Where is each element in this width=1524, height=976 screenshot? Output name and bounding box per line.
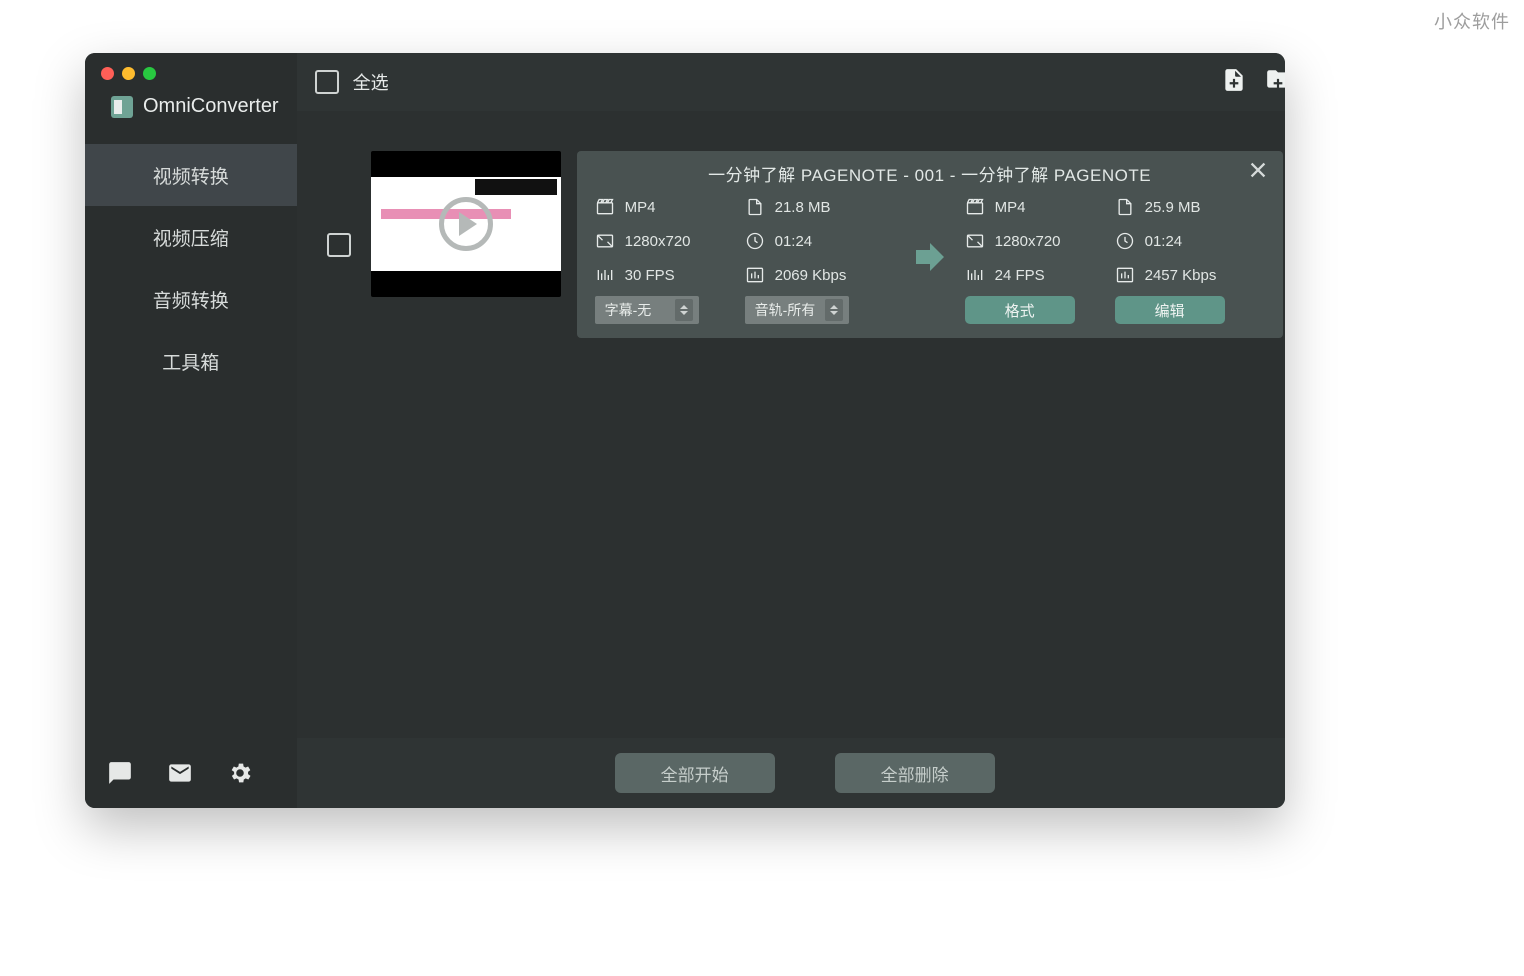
audio-track-select[interactable]: 音轨-所有 bbox=[745, 296, 849, 324]
start-all-label: 全部开始 bbox=[661, 761, 729, 786]
delete-all-button[interactable]: 全部删除 bbox=[835, 753, 995, 793]
select-all-label: 全选 bbox=[353, 69, 389, 95]
watermark-text: 小众软件 bbox=[1434, 8, 1510, 34]
clapper-icon bbox=[965, 197, 985, 217]
bitrate-icon bbox=[1115, 265, 1135, 285]
sidebar-item-audio-convert[interactable]: 音频转换 bbox=[85, 268, 297, 330]
minimize-window-button[interactable] bbox=[122, 67, 135, 80]
edit-button-label: 编辑 bbox=[1155, 300, 1185, 321]
format-button[interactable]: 格式 bbox=[965, 296, 1075, 324]
add-folder-icon[interactable] bbox=[1265, 67, 1285, 98]
target-bitrate: 2457 Kbps bbox=[1145, 267, 1217, 284]
remove-item-button[interactable] bbox=[1247, 159, 1269, 186]
delete-all-label: 全部删除 bbox=[881, 761, 949, 786]
app-logo-icon bbox=[111, 96, 133, 118]
select-all-checkbox[interactable] bbox=[315, 70, 339, 94]
file-icon bbox=[745, 197, 765, 217]
target-resolution: 1280x720 bbox=[995, 233, 1061, 250]
source-resolution: 1280x720 bbox=[625, 233, 691, 250]
footer: 全部开始 全部删除 bbox=[297, 738, 1285, 808]
sidebar-item-label: 音频转换 bbox=[153, 286, 229, 313]
format-button-label: 格式 bbox=[1005, 300, 1035, 321]
fps-icon bbox=[595, 265, 615, 285]
app-window: OmniConverter 视频转换 视频压缩 音频转换 工具箱 全选 bbox=[85, 53, 1285, 808]
sidebar-item-label: 视频转换 bbox=[153, 162, 229, 189]
mail-icon[interactable] bbox=[167, 760, 193, 786]
settings-icon[interactable] bbox=[227, 760, 253, 786]
subtitle-select-label: 字幕-无 bbox=[605, 300, 652, 320]
source-fps: 30 FPS bbox=[625, 267, 675, 284]
list-item: 一分钟了解 PAGENOTE - 001 - 一分钟了解 PAGENOTE MP… bbox=[327, 151, 1283, 338]
source-size: 21.8 MB bbox=[775, 199, 831, 216]
subtitle-select[interactable]: 字幕-无 bbox=[595, 296, 699, 324]
app-title: OmniConverter bbox=[143, 95, 279, 118]
maximize-window-button[interactable] bbox=[143, 67, 156, 80]
sidebar: OmniConverter 视频转换 视频压缩 音频转换 工具箱 bbox=[85, 53, 297, 808]
source-bitrate: 2069 Kbps bbox=[775, 267, 847, 284]
arrow-right-icon bbox=[909, 236, 951, 283]
target-duration: 01:24 bbox=[1145, 233, 1183, 250]
sidebar-item-toolbox[interactable]: 工具箱 bbox=[85, 330, 297, 392]
play-icon bbox=[439, 197, 493, 251]
topbar: 全选 bbox=[297, 53, 1285, 111]
add-file-icon[interactable] bbox=[1221, 67, 1247, 98]
main-area: 全选 bbox=[297, 53, 1285, 808]
brand: OmniConverter bbox=[85, 95, 297, 144]
source-duration: 01:24 bbox=[775, 233, 813, 250]
fps-icon bbox=[965, 265, 985, 285]
feedback-icon[interactable] bbox=[107, 760, 133, 786]
target-format: MP4 bbox=[995, 199, 1026, 216]
clock-icon bbox=[1115, 231, 1135, 251]
close-window-button[interactable] bbox=[101, 67, 114, 80]
sidebar-item-video-compress[interactable]: 视频压缩 bbox=[85, 206, 297, 268]
clapper-icon bbox=[595, 197, 615, 217]
clock-icon bbox=[745, 231, 765, 251]
resolution-icon bbox=[595, 231, 615, 251]
sidebar-item-label: 工具箱 bbox=[162, 348, 219, 375]
target-size: 25.9 MB bbox=[1145, 199, 1201, 216]
item-checkbox[interactable] bbox=[327, 233, 351, 257]
item-details-card: 一分钟了解 PAGENOTE - 001 - 一分钟了解 PAGENOTE MP… bbox=[577, 151, 1283, 338]
item-list: 一分钟了解 PAGENOTE - 001 - 一分钟了解 PAGENOTE MP… bbox=[297, 111, 1285, 738]
bitrate-icon bbox=[745, 265, 765, 285]
target-fps: 24 FPS bbox=[995, 267, 1045, 284]
audio-select-label: 音轨-所有 bbox=[755, 300, 816, 320]
edit-button[interactable]: 编辑 bbox=[1115, 296, 1225, 324]
source-format: MP4 bbox=[625, 199, 656, 216]
sidebar-item-video-convert[interactable]: 视频转换 bbox=[85, 144, 297, 206]
start-all-button[interactable]: 全部开始 bbox=[615, 753, 775, 793]
item-title: 一分钟了解 PAGENOTE - 001 - 一分钟了解 PAGENOTE bbox=[595, 161, 1265, 186]
sidebar-item-label: 视频压缩 bbox=[153, 224, 229, 251]
resolution-icon bbox=[965, 231, 985, 251]
file-icon bbox=[1115, 197, 1135, 217]
window-traffic-lights bbox=[101, 67, 156, 80]
video-thumbnail[interactable] bbox=[371, 151, 561, 297]
